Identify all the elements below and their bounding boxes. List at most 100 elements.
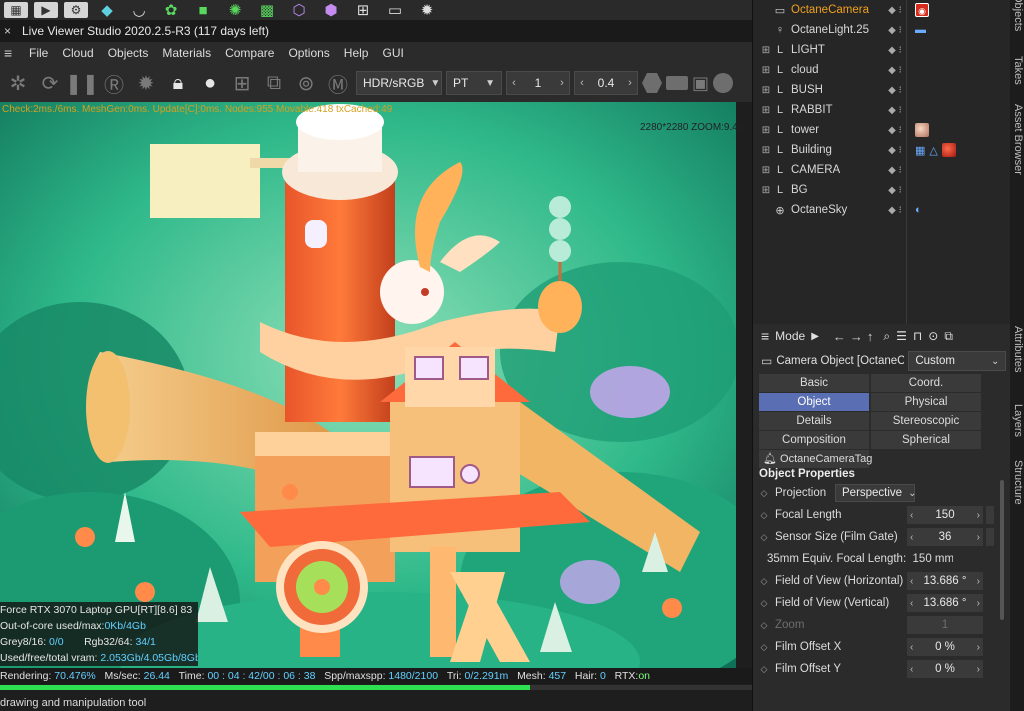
snapshot-camera-icon[interactable]: ▣	[692, 73, 709, 94]
tab-layers[interactable]: Layers	[1010, 404, 1024, 437]
object-row[interactable]: ⊞ L RABBIT ◆ ⁝	[753, 100, 1010, 120]
property-field[interactable]: ‹ 150 ›	[907, 506, 983, 524]
material-red-tag-icon[interactable]	[941, 143, 956, 157]
property-field[interactable]: ‹ 13.686 ° ›	[907, 594, 983, 612]
object-row[interactable]: ⊞ L Building ◆ ⁝ ▦ △	[753, 140, 1010, 160]
chevron-right-icon[interactable]: ›	[977, 642, 980, 653]
chevron-left-icon[interactable]: ‹	[575, 77, 589, 89]
object-name[interactable]: BUSH	[791, 84, 883, 96]
tab-objects[interactable]: Objects	[1010, 0, 1024, 31]
attributes-scrollbar[interactable]	[1000, 480, 1004, 620]
keyframe-diamond-icon[interactable]: ◇	[753, 598, 775, 609]
bricks-tag-icon[interactable]: ▦	[915, 144, 925, 157]
material-picker-icon[interactable]: Ⓜ	[324, 68, 352, 98]
camera-tag-icon[interactable]: ◉	[915, 3, 929, 17]
chevron-right-icon[interactable]: ›	[977, 510, 980, 521]
object-row[interactable]: ⊞ L BUSH ◆ ⁝	[753, 80, 1010, 100]
film-region-icon[interactable]: ⧉	[260, 68, 288, 98]
object-row[interactable]: ⊞ Lcloud ◆ ⁝	[753, 60, 1010, 80]
grid-icon[interactable]: ⊞	[350, 0, 376, 20]
atom-icon[interactable]: ✺	[222, 0, 248, 20]
film-strip-icon[interactable]	[666, 76, 688, 90]
cubes-icon[interactable]: ▩	[254, 0, 280, 20]
render-viewport[interactable]	[0, 102, 736, 668]
visibility-dots-icon[interactable]: ◆ ⁝	[883, 105, 907, 116]
chevron-right-icon[interactable]: ▶	[811, 331, 819, 342]
camera-icon[interactable]: ▭	[382, 0, 408, 20]
preset-dropdown[interactable]: Custom ⌄	[908, 351, 1007, 371]
keyframe-diamond-icon[interactable]: ◇	[753, 532, 775, 543]
property-field[interactable]: ‹ 0 % ›	[907, 660, 983, 678]
visibility-dots-icon[interactable]: ◆ ⁝	[883, 65, 907, 76]
menu-file[interactable]: File	[22, 46, 55, 60]
cube-green-icon[interactable]: ■	[190, 0, 216, 20]
tab-stereoscopic[interactable]: Stereoscopic	[871, 412, 981, 430]
visibility-dots-icon[interactable]: ◆ ⁝	[883, 145, 907, 156]
object-name[interactable]: OctaneLight.25	[791, 24, 883, 36]
menu-options[interactable]: Options	[281, 46, 336, 60]
circle-icon[interactable]	[713, 73, 734, 93]
tab-coord[interactable]: Coord.	[871, 374, 981, 392]
object-row[interactable]: ♀ OctaneLight.25 ◆ ⁝ ▬	[753, 20, 1010, 40]
hexagon-icon[interactable]	[642, 73, 662, 93]
expand-icon[interactable]: ⊞	[759, 105, 773, 116]
tab-details[interactable]: Details	[759, 412, 869, 430]
column-divider[interactable]	[906, 0, 907, 324]
expand-icon[interactable]: ⊞	[759, 85, 773, 96]
visibility-dots-icon[interactable]: ◆ ⁝	[883, 165, 907, 176]
material-tag-icon[interactable]	[915, 123, 929, 137]
visibility-dots-icon[interactable]: ◆ ⁝	[883, 25, 907, 36]
keyframe-diamond-icon[interactable]: ◇	[753, 620, 775, 631]
close-icon[interactable]: ×	[4, 24, 14, 38]
object-name[interactable]: tower	[791, 124, 883, 136]
target-icon[interactable]: ⊙	[928, 329, 938, 343]
hamburger-icon[interactable]: ≡	[4, 45, 22, 61]
visibility-dots-icon[interactable]: ◆ ⁝	[883, 85, 907, 96]
extra-field[interactable]	[986, 506, 994, 524]
visibility-dots-icon[interactable]: ◆ ⁝	[883, 45, 907, 56]
menu-materials[interactable]: Materials	[155, 46, 218, 60]
light-tag-icon[interactable]: ▬	[915, 24, 926, 36]
menu-cloud[interactable]: Cloud	[55, 46, 100, 60]
octane-camera-tag-tab[interactable]: 🔔︎ OctaneCameraTag	[759, 450, 872, 468]
tab-asset-browser[interactable]: Asset Browser	[1010, 104, 1024, 175]
tab-spherical[interactable]: Spherical	[871, 431, 981, 449]
chevron-right-icon[interactable]: ›	[977, 598, 980, 609]
gear-icon[interactable]: ⚙	[64, 2, 88, 18]
keyframe-diamond-icon[interactable]: ◇	[753, 642, 775, 653]
kernel-dropdown[interactable]: PT ▼	[446, 71, 502, 95]
object-row[interactable]: ⊞ L CAMERA ◆ ⁝	[753, 160, 1010, 180]
stepper-one[interactable]: ‹ 1 ›	[506, 71, 570, 95]
hanger-tag-icon[interactable]: △	[929, 144, 937, 157]
focus-picker-icon[interactable]: ⊚	[292, 68, 320, 98]
tab-structure[interactable]: Structure	[1010, 460, 1024, 505]
expand-icon[interactable]: ⊞	[759, 125, 773, 136]
pause-icon[interactable]: ❚❚	[65, 68, 99, 98]
chevron-right-icon[interactable]: ›	[623, 77, 637, 89]
expand-icon[interactable]: ⊞	[759, 65, 773, 76]
menu-compare[interactable]: Compare	[218, 46, 281, 60]
menu-gui[interactable]: GUI	[375, 46, 410, 60]
hamburger-icon[interactable]: ≡	[761, 328, 769, 344]
filter-icon[interactable]: ☰	[896, 329, 907, 343]
expand-icon[interactable]: ⊞	[759, 145, 773, 156]
region-render-icon[interactable]: Ⓡ	[100, 68, 128, 98]
chevron-right-icon[interactable]: ›	[977, 664, 980, 675]
chevron-right-icon[interactable]: ›	[977, 532, 980, 543]
object-row[interactable]: ⊞ Ltower ◆ ⁝	[753, 120, 1010, 140]
tab-takes[interactable]: Takes	[1010, 56, 1024, 85]
send-scene-icon[interactable]: ✲	[4, 68, 32, 98]
object-name[interactable]: OctaneCamera	[791, 4, 883, 16]
node-icon[interactable]: ✿	[158, 0, 184, 20]
property-field[interactable]: ‹ 36 ›	[907, 528, 983, 546]
object-name[interactable]: CAMERA	[791, 164, 883, 176]
chevron-right-icon[interactable]: ›	[977, 576, 980, 587]
keyframe-diamond-icon[interactable]: ◇	[753, 576, 775, 587]
refresh-icon[interactable]: ⟳	[36, 68, 64, 98]
object-row[interactable]: ⊞ L LIGHT ◆ ⁝	[753, 40, 1010, 60]
object-name[interactable]: RABBIT	[791, 104, 883, 116]
deformer-icon[interactable]: ⬡	[286, 0, 312, 20]
menu-objects[interactable]: Objects	[101, 46, 156, 60]
object-name[interactable]: cloud	[791, 64, 883, 76]
projection-dropdown[interactable]: Perspective ⌄	[835, 484, 916, 502]
